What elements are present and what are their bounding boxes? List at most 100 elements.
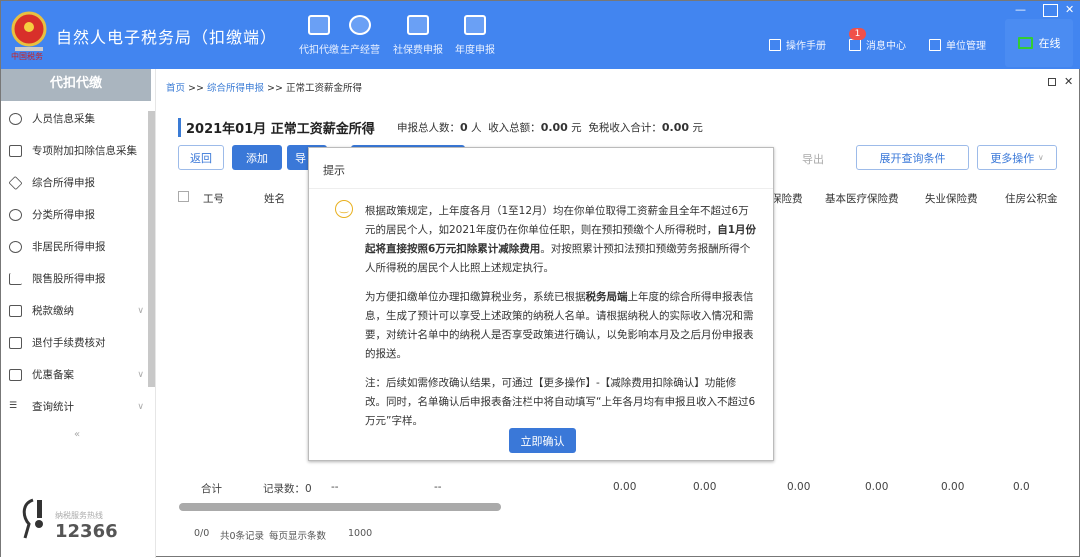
exempt-value: 0.00 <box>661 121 689 134</box>
exempt-unit: 元 <box>692 122 703 134</box>
close-panel-icon[interactable]: ✕ <box>1064 75 1073 88</box>
breadcrumb-comprehensive[interactable]: 综合所得申报 <box>207 83 264 94</box>
menu-label: 专项附加扣除信息采集 <box>32 145 137 157</box>
pager-per-page[interactable]: 1000 <box>348 528 372 539</box>
records-text: 记录数： <box>263 483 305 495</box>
page-title: 2021年01月 正常工资薪金所得 <box>178 118 375 137</box>
checklist-icon <box>9 336 22 349</box>
confirm-button[interactable]: 立即确认 <box>509 428 576 453</box>
unit-label: 单位管理 <box>946 41 986 52</box>
income-value: 0.00 <box>540 121 568 134</box>
messages-label: 消息中心 <box>866 41 906 52</box>
menu-label: 非居民所得申报 <box>32 241 106 253</box>
dialog-body: 根据政策规定，上年度各月（1至12月）均在你单位取得工资薪金且全年不超过6万元的… <box>365 202 757 441</box>
breadcrumb-home[interactable]: 首页 <box>166 83 185 94</box>
pie-chart-icon <box>9 208 22 221</box>
col-header-insurance: 保险费 <box>771 193 803 205</box>
app-title: 自然人电子税务局（扣缴端） <box>56 28 278 47</box>
manual-button[interactable]: 操作手册 <box>769 37 826 52</box>
search-list-icon: ☰ <box>9 400 18 411</box>
export-button[interactable]: 导出 <box>802 151 824 167</box>
sidebar-item-nonresident[interactable]: 非居民所得申报 <box>9 239 144 254</box>
total-value: 0.00 <box>693 481 717 493</box>
chevron-down-icon: ∨ <box>137 369 144 380</box>
tax-emblem-logo: 中国税务 <box>11 11 47 61</box>
social-insurance-icon <box>407 15 429 35</box>
hotline-label: 纳税服务热线 <box>55 511 103 520</box>
text: 为方便扣缴单位办理扣缴算税业务，系统已根据 <box>365 291 586 303</box>
online-status-button[interactable]: 在线 <box>1005 19 1073 67</box>
pager-total: 共0条记录 <box>220 531 265 542</box>
folder-icon <box>9 304 22 317</box>
sidebar-item-restricted-shares[interactable]: 限售股所得申报 <box>9 271 144 286</box>
breadcrumb-sep: >> <box>188 83 204 94</box>
col-header-housing-fund: 住房公积金 <box>1005 193 1058 205</box>
sidebar-scrollbar[interactable] <box>148 111 155 387</box>
sidebar-item-refund-fee[interactable]: 退付手续费核对 <box>9 335 144 350</box>
horizontal-scrollbar[interactable] <box>173 503 1033 511</box>
close-icon[interactable]: ✕ <box>1065 3 1074 16</box>
count-label: 申报总人数： <box>397 122 460 134</box>
dialog-divider <box>309 188 773 189</box>
total-dash: -- <box>331 481 339 493</box>
nav-annual[interactable]: 年度申报 <box>440 15 510 56</box>
layers-icon <box>8 175 23 190</box>
sidebar-item-preference[interactable]: 优惠备案 ∨ <box>9 367 144 382</box>
count-unit: 人 <box>471 122 482 134</box>
app-header: 中国税务 自然人电子税务局（扣缴端） 代扣代缴 生产经营 社保费申报 年度申报 … <box>1 1 1080 69</box>
sidebar-item-special-deduction[interactable]: 专项附加扣除信息采集 <box>9 143 144 158</box>
nav-label: 社保费申报 <box>393 45 443 56</box>
records-count: 0 <box>305 483 312 495</box>
scrollbar-thumb[interactable] <box>179 503 501 511</box>
paragraph-list: 为方便扣缴单位办理扣缴算税业务，系统已根据税务局端上年度的综合所得申报表信息，生… <box>365 288 757 364</box>
paragraph-note: 注：后续如需修改确认结果，可通过【更多操作】-【减除费用扣除确认】功能修改。同时… <box>365 377 756 427</box>
total-value: 0.00 <box>865 481 889 493</box>
menu-label: 查询统计 <box>32 401 74 413</box>
text: 根据政策规定，上年度各月（1至12月）均在你单位取得工资薪金且全年不超过6万元的… <box>365 205 749 236</box>
chevron-down-icon: ∨ <box>137 305 144 316</box>
monitor-check-icon <box>1017 37 1033 49</box>
pager-per-page-label: 每页显示条数 <box>269 531 327 542</box>
svg-text:中国税务: 中国税务 <box>11 51 43 61</box>
more-actions-button[interactable]: 更多操作 ∨ <box>977 145 1057 170</box>
sidebar-item-query[interactable]: ☰ 查询统计 ∨ <box>9 399 144 414</box>
expand-query-button[interactable]: 展开查询条件 <box>856 145 969 170</box>
total-dash: -- <box>434 481 442 493</box>
select-all-checkbox[interactable] <box>178 191 189 202</box>
hotline-number: 12366 <box>55 521 118 542</box>
sidebar-item-personnel[interactable]: 人员信息采集 <box>9 111 144 126</box>
nav-label: 年度申报 <box>455 45 495 56</box>
exempt-label: 免税收入合计： <box>588 122 662 134</box>
nav-label: 生产经营 <box>340 45 380 56</box>
sidebar: 代扣代缴 人员信息采集 专项附加扣除信息采集 综合所得申报 分类所得申报 非居民… <box>1 69 156 558</box>
more-actions-label: 更多操作 <box>990 151 1035 165</box>
bar-chart-icon <box>9 272 22 285</box>
person-icon <box>9 240 22 253</box>
restore-icon[interactable] <box>1043 4 1058 17</box>
list-icon <box>9 144 22 157</box>
income-unit: 元 <box>571 122 582 134</box>
collapse-sidebar-icon[interactable]: « <box>74 429 80 440</box>
add-button[interactable]: 添加 <box>232 145 282 170</box>
manual-label: 操作手册 <box>786 41 826 52</box>
sidebar-item-comprehensive[interactable]: 综合所得申报 <box>8 175 144 190</box>
maximize-panel-icon[interactable] <box>1048 78 1056 86</box>
minimize-icon[interactable]: — <box>1015 3 1026 16</box>
sidebar-item-tax-payment[interactable]: 税款缴纳 ∨ <box>9 303 144 318</box>
back-button[interactable]: 返回 <box>178 145 224 170</box>
col-header-id: 工号 <box>203 193 224 205</box>
mail-icon <box>849 38 861 51</box>
menu-label: 退付手续费核对 <box>32 337 106 349</box>
total-label: 合计 <box>201 483 222 495</box>
records-label: 记录数：0 <box>263 481 312 496</box>
dialog-title: 提示 <box>323 164 345 177</box>
unit-management-button[interactable]: 单位管理 <box>929 37 986 52</box>
sidebar-item-classified[interactable]: 分类所得申报 <box>9 207 144 222</box>
annual-report-icon <box>464 15 486 35</box>
hotline: 纳税服务热线 12366 <box>19 498 118 542</box>
notice-dialog: 提示 ‿ 根据政策规定，上年度各月（1至12月）均在你单位取得工资薪金且全年不超… <box>308 147 774 461</box>
building-icon <box>929 38 941 51</box>
user-icon <box>9 112 22 125</box>
chevron-down-icon: ∨ <box>137 401 144 412</box>
message-count-badge: 1 <box>849 28 866 40</box>
